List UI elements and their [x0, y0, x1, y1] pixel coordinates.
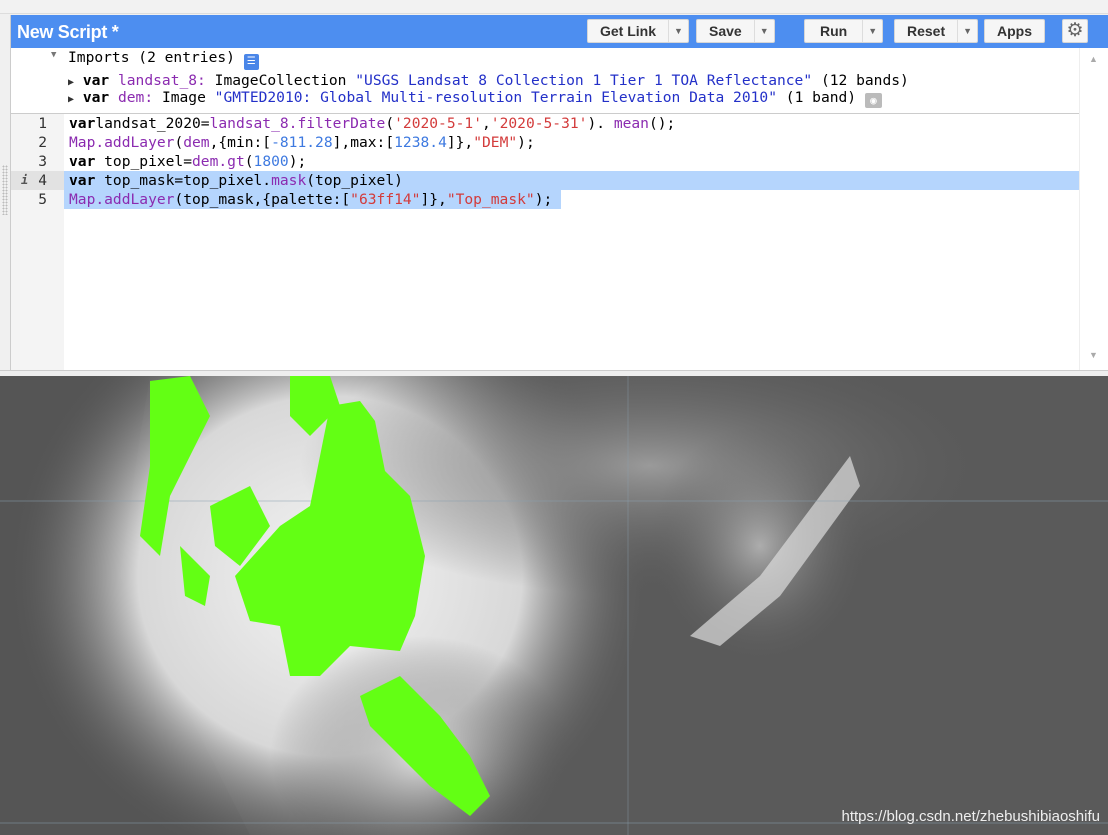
- left-resize-handle[interactable]: [2, 165, 8, 215]
- code-token: (: [244, 153, 254, 170]
- code-token: var: [69, 153, 96, 170]
- code-token: (top_mask,{palette:[: [174, 191, 351, 208]
- code-token: );: [288, 153, 307, 170]
- code-token: ]},: [420, 191, 447, 208]
- code-token: landsat_8.filterDate: [209, 115, 386, 132]
- map-view[interactable]: https://blog.csdn.net/zhebushibiaoshifu: [0, 376, 1108, 835]
- gear-icon[interactable]: ⚙: [1062, 19, 1088, 43]
- code-token: '2020-5-1': [394, 115, 482, 132]
- code-token: Map.addLayer: [69, 134, 175, 151]
- code-line[interactable]: varlandsat_2020=landsat_8.filterDate('20…: [69, 114, 675, 133]
- chevron-down-icon[interactable]: ▼: [668, 20, 688, 42]
- imports-summary-text: Imports (2 entries): [68, 49, 235, 66]
- code-editor-panel: New Script * Get Link ▼ Save ▼ Run ▼ Reset ▼…: [10, 15, 1108, 370]
- chevron-down-icon[interactable]: ▼: [862, 20, 882, 42]
- code-token: ],max:[: [332, 134, 395, 151]
- code-token: (: [174, 134, 184, 151]
- import-description[interactable]: "GMTED2010: Global Multi-resolution Terr…: [215, 89, 777, 106]
- import-band-count: (1 band): [785, 89, 857, 106]
- get-link-button[interactable]: Get Link ▼: [587, 19, 690, 43]
- watermark: https://blog.csdn.net/zhebushibiaoshifu: [841, 808, 1100, 825]
- code-token: '2020-5-31': [490, 115, 588, 132]
- chevron-down-icon[interactable]: ▼: [957, 20, 977, 42]
- code-token: landsat_2020=: [95, 115, 210, 132]
- document-icon[interactable]: ☰: [243, 54, 259, 70]
- collapse-triangle-icon[interactable]: ▼: [51, 50, 56, 60]
- editor-scrollbar[interactable]: ▲ ▼: [1079, 48, 1108, 370]
- dem-map: [0, 376, 1108, 835]
- code-token: 1800: [253, 153, 289, 170]
- line-number: 2: [38, 134, 47, 151]
- import-description[interactable]: "USGS Landsat 8 Collection 1 Tier 1 TOA …: [355, 72, 812, 89]
- import-type: ImageCollection: [214, 72, 347, 89]
- import-name: landsat_8:: [117, 72, 206, 89]
- save-label: Save: [709, 23, 742, 39]
- code-token: Map.addLayer: [69, 191, 175, 208]
- code-line[interactable]: Map.addLayer(top_mask,{palette:["63ff14"…: [69, 190, 552, 209]
- code-token: top_pixel=: [95, 153, 193, 170]
- imports-summary[interactable]: Imports (2 entries) ☰: [68, 49, 259, 70]
- code-token: dem.gt: [192, 153, 245, 170]
- get-link-label: Get Link: [600, 23, 657, 39]
- code-line[interactable]: Map.addLayer(dem,{min:[-811.28],max:[123…: [69, 133, 535, 152]
- code-token: 1238.4: [394, 134, 447, 151]
- import-band-count: (12 bands): [820, 72, 909, 89]
- apps-button[interactable]: Apps: [984, 19, 1045, 43]
- code-line[interactable]: var top_pixel=dem.gt(1800);: [69, 152, 306, 171]
- scroll-up-icon[interactable]: ▲: [1089, 54, 1098, 64]
- code-token: var: [69, 115, 96, 132]
- imports-section: ▼ Imports (2 entries) ☰ ▶ var landsat_8:…: [11, 48, 1079, 114]
- code-token: ]},: [446, 134, 474, 151]
- reset-label: Reset: [907, 23, 946, 39]
- code-token: mask: [271, 172, 307, 189]
- scroll-down-icon[interactable]: ▼: [1089, 350, 1098, 360]
- top-strip: [0, 0, 1108, 14]
- chevron-down-icon[interactable]: ▼: [753, 20, 774, 42]
- code-token: "63ff14": [350, 191, 421, 208]
- code-token: ).: [587, 115, 614, 132]
- code-token: "Top_mask": [446, 191, 535, 208]
- code-token: (: [385, 115, 395, 132]
- eye-icon[interactable]: ◉: [864, 93, 882, 108]
- code-token: var: [69, 172, 96, 189]
- code-token: dem: [183, 134, 210, 151]
- line-gutter: 1 2 3 i 4 5: [11, 114, 64, 370]
- code-area[interactable]: varlandsat_2020=landsat_8.filterDate('20…: [64, 114, 1079, 370]
- code-token: "DEM": [473, 134, 518, 151]
- script-title: New Script *: [17, 22, 119, 42]
- line-number: 3: [38, 153, 47, 170]
- line-number: 1: [38, 115, 47, 132]
- code-token: top_mask=top_pixel.: [95, 172, 272, 189]
- code-token: mean: [613, 115, 649, 132]
- line-number: 5: [38, 191, 47, 208]
- code-token: ,{min:[: [209, 134, 272, 151]
- import-name: dem:: [117, 89, 154, 106]
- code-token: -811.28: [271, 134, 333, 151]
- expand-triangle-icon[interactable]: ▶: [68, 77, 74, 88]
- var-keyword: var: [82, 72, 110, 89]
- import-entry-landsat[interactable]: ▶ var landsat_8: ImageCollection "USGS L…: [68, 72, 909, 89]
- code-line[interactable]: var top_mask=top_pixel.mask(top_pixel): [69, 171, 403, 190]
- code-token: (top_pixel): [306, 172, 403, 189]
- code-token: ();: [648, 115, 676, 132]
- editor-header: New Script * Get Link ▼ Save ▼ Run ▼ Reset ▼…: [11, 15, 1108, 48]
- expand-triangle-icon[interactable]: ▶: [68, 94, 74, 105]
- run-button[interactable]: Run ▼: [804, 19, 884, 43]
- var-keyword: var: [82, 89, 110, 106]
- code-token: );: [517, 134, 535, 151]
- code-token: );: [534, 191, 553, 208]
- reset-button[interactable]: Reset ▼: [894, 19, 979, 43]
- import-entry-dem[interactable]: ▶ var dem: Image "GMTED2010: Global Mult…: [68, 89, 882, 108]
- run-label: Run: [820, 23, 848, 39]
- save-button[interactable]: Save ▼: [696, 19, 775, 43]
- line-number: 4: [38, 172, 47, 189]
- import-type: Image: [161, 89, 206, 106]
- apps-label: Apps: [997, 23, 1032, 39]
- code-token: ,: [482, 115, 491, 132]
